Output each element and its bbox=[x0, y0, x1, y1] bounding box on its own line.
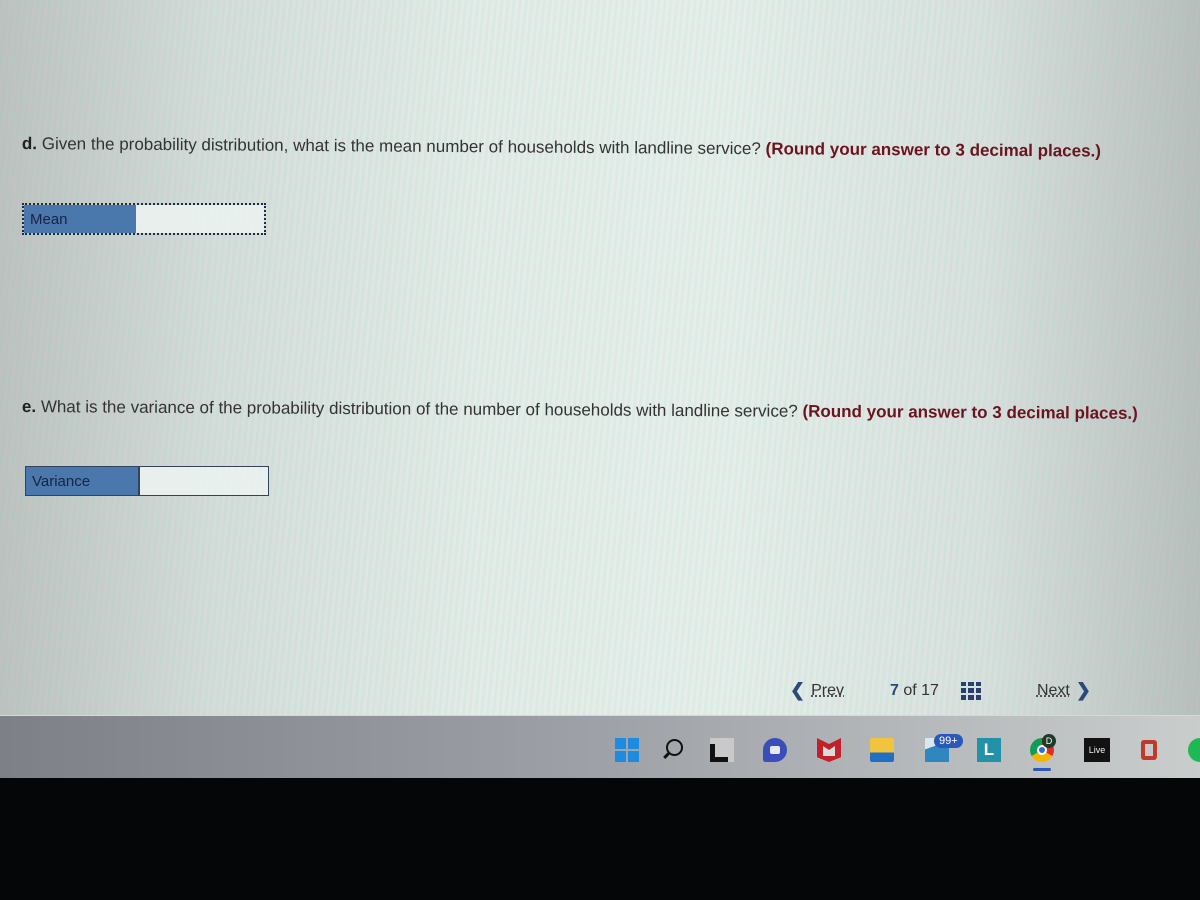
mcafee-icon[interactable] bbox=[817, 738, 841, 762]
question-e-text: What is the variance of the probability … bbox=[36, 397, 803, 421]
taskbar bbox=[0, 715, 1200, 778]
mail-badge: 99+ bbox=[934, 734, 963, 748]
question-e-hint: (Round your answer to 3 decimal places.) bbox=[802, 401, 1138, 423]
search-icon[interactable] bbox=[662, 738, 686, 762]
chrome-active-indicator bbox=[1033, 768, 1051, 771]
mean-answer-row: Mean bbox=[22, 203, 266, 235]
chevron-right-icon[interactable]: ❯ bbox=[1076, 680, 1091, 701]
variance-label: Variance bbox=[26, 467, 138, 495]
question-navigation: ❮ Prev 7 of 17 Next ❯ bbox=[790, 680, 1091, 701]
chevron-left-icon[interactable]: ❮ bbox=[790, 680, 805, 701]
question-e: e. What is the variance of the probabili… bbox=[22, 396, 1152, 424]
question-d-text: Given the probability distribution, what… bbox=[36, 134, 766, 159]
grid-icon[interactable] bbox=[960, 681, 981, 700]
question-d-hint: (Round your answer to 3 decimal places.) bbox=[765, 139, 1102, 161]
current-page: 7 bbox=[890, 681, 899, 699]
meet-icon[interactable] bbox=[763, 738, 787, 762]
next-button[interactable]: Next bbox=[1037, 682, 1070, 700]
file-explorer-icon[interactable] bbox=[870, 738, 894, 762]
office-icon[interactable] bbox=[1137, 738, 1161, 762]
task-view-icon[interactable] bbox=[710, 738, 734, 762]
variance-answer-row: Variance bbox=[25, 466, 269, 496]
total-pages: 17 bbox=[921, 681, 939, 699]
variance-input[interactable] bbox=[138, 467, 268, 495]
prev-button[interactable]: Prev bbox=[811, 682, 844, 700]
page-indicator: 7 of 17 bbox=[890, 682, 939, 700]
mean-label: Mean bbox=[24, 205, 136, 233]
question-e-part: e. bbox=[21, 396, 37, 417]
l-app-icon[interactable]: L bbox=[977, 738, 1001, 762]
of-label: of bbox=[903, 681, 917, 699]
question-d: d. Given the probability distribution, w… bbox=[22, 133, 1182, 162]
windows-start-icon[interactable] bbox=[615, 738, 639, 762]
chrome-profile-badge: D bbox=[1042, 734, 1056, 748]
question-d-part: d. bbox=[21, 133, 38, 154]
live-icon[interactable]: Live bbox=[1084, 738, 1110, 762]
browser-content: d. Given the probability distribution, w… bbox=[0, 0, 1200, 715]
mean-input[interactable] bbox=[136, 205, 264, 233]
